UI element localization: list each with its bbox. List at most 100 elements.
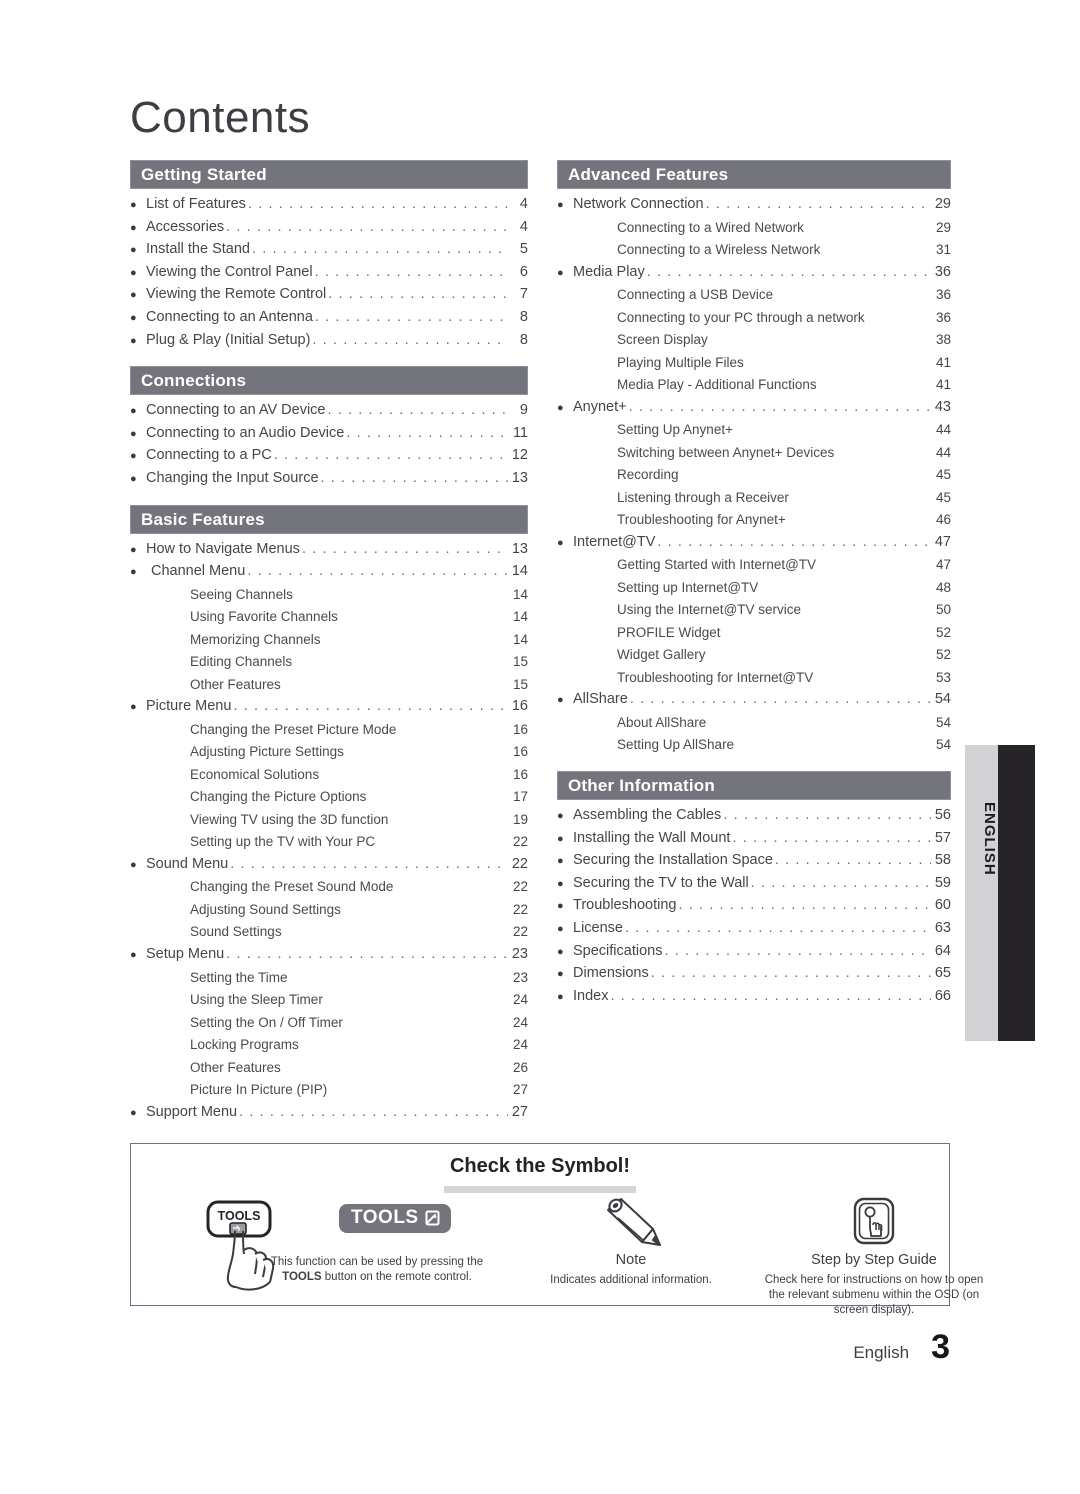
toc-subitem[interactable]: Connecting a USB Device. . . . . . . . .… xyxy=(557,284,951,307)
toc-item[interactable]: ● Media Play. . . . . . . . . . . . . . .… xyxy=(557,262,951,285)
toc-subitem[interactable]: Recording. . . . . . . . . . . . . . . .… xyxy=(557,464,951,487)
toc-section-body: ● Connecting to an AV Device. . . . . . .… xyxy=(130,395,528,490)
toc-item[interactable]: ● How to Navigate Menus. . . . . . . . . … xyxy=(130,539,528,562)
toc-subitem[interactable]: Setting up Internet@TV. . . . . . . . . … xyxy=(557,577,951,600)
toc-item[interactable]: ● Viewing the Remote Control. . . . . . .… xyxy=(130,284,528,307)
bullet-icon: ● xyxy=(557,694,564,707)
toc-item[interactable]: ● Troubleshooting. . . . . . . . . . . . … xyxy=(557,895,951,918)
toc-item-page-number: 16 xyxy=(512,721,528,737)
toc-subitem[interactable]: Switching between Anynet+ Devices. . . .… xyxy=(557,442,951,465)
toc-subitem[interactable]: Editing Channels. . . . . . . . . . . . … xyxy=(130,651,528,674)
toc-item-label: Viewing the Remote Control xyxy=(146,286,327,303)
toc-subitem[interactable]: Setting Up Anynet+. . . . . . . . . . . … xyxy=(557,419,951,442)
toc-item[interactable]: ● List of Features. . . . . . . . . . . .… xyxy=(130,194,528,217)
toc-item[interactable]: ● Support Menu. . . . . . . . . . . . . .… xyxy=(130,1102,528,1125)
toc-item[interactable]: ● Dimensions. . . . . . . . . . . . . . .… xyxy=(557,963,951,986)
dot-leader: . . . . . . . . . . . . . . . . . . . . … xyxy=(865,308,931,330)
toc-item-page-number: 14 xyxy=(512,609,528,625)
toc-subitem[interactable]: Using Favorite Channels. . . . . . . . .… xyxy=(130,606,528,629)
toc-item-label: Setting up Internet@TV xyxy=(617,579,759,595)
toc-subitem[interactable]: Viewing TV using the 3D function. . . . … xyxy=(130,809,528,832)
toc-item[interactable]: ● Securing the Installation Space. . . . … xyxy=(557,850,951,873)
toc-item[interactable]: ● Picture Menu. . . . . . . . . . . . . .… xyxy=(130,696,528,719)
toc-item[interactable]: ● Connecting to an Audio Device. . . . . … xyxy=(130,423,528,446)
toc-item[interactable]: ● Connecting to a PC. . . . . . . . . . .… xyxy=(130,445,528,468)
toc-item-label: How to Navigate Menus xyxy=(146,540,300,557)
toc-item-label: Switching between Anynet+ Devices xyxy=(617,444,835,460)
toc-subitem[interactable]: Other Features. . . . . . . . . . . . . … xyxy=(130,674,528,697)
toc-item-label: Connecting to a PC xyxy=(146,447,272,464)
toc-section: Advanced Features ● Network Connection . . … xyxy=(557,160,951,757)
toc-item-label: About AllShare xyxy=(617,714,707,730)
toc-subitem[interactable]: Adjusting Picture Settings. . . . . . . … xyxy=(130,741,528,764)
toc-subitem[interactable]: Locking Programs. . . . . . . . . . . . … xyxy=(130,1034,528,1057)
toc-subitem[interactable]: About AllShare. . . . . . . . . . . . . … xyxy=(557,712,951,735)
toc-item-page-number: 59 xyxy=(934,874,951,891)
toc-subitem[interactable]: Changing the Picture Options. . . . . . … xyxy=(130,786,528,809)
bullet-icon: ● xyxy=(130,266,137,279)
toc-item[interactable]: ● Channel Menu. . . . . . . . . . . . . .… xyxy=(130,561,528,584)
toc-subitem[interactable]: Connecting to a Wireless Network. . . . … xyxy=(557,239,951,262)
toc-subitem[interactable]: Adjusting Sound Settings. . . . . . . . … xyxy=(130,899,528,922)
toc-subitem[interactable]: Media Play - Additional Functions. . . .… xyxy=(557,374,951,397)
toc-item[interactable]: ● Accessories. . . . . . . . . . . . . . … xyxy=(130,217,528,240)
toc-subitem[interactable]: Seeing Channels. . . . . . . . . . . . .… xyxy=(130,584,528,607)
toc-item[interactable]: ● Network Connection. . . . . . . . . . .… xyxy=(557,194,951,217)
toc-subitem[interactable]: Listening through a Receiver. . . . . . … xyxy=(557,487,951,510)
toc-subitem[interactable]: Widget Gallery. . . . . . . . . . . . . … xyxy=(557,644,951,667)
toc-item-label: Editing Channels xyxy=(190,654,293,670)
toc-item[interactable]: ● Anynet+. . . . . . . . . . . . . . . . … xyxy=(557,397,951,420)
toc-item[interactable]: ● Assembling the Cables. . . . . . . . . … xyxy=(557,805,951,828)
dot-leader: . . . . . . . . . . . . . . . . . . . . … xyxy=(732,829,931,846)
toc-item[interactable]: ● Changing the Input Source. . . . . . . … xyxy=(130,468,528,491)
toc-subitem[interactable]: Connecting to a Wired Network. . . . . .… xyxy=(557,217,951,240)
toc-item[interactable]: ● AllShare. . . . . . . . . . . . . . . .… xyxy=(557,689,951,712)
toc-item[interactable]: ● Specifications. . . . . . . . . . . . .… xyxy=(557,941,951,964)
toc-subitem[interactable]: Changing the Preset Picture Mode. . . . … xyxy=(130,719,528,742)
toc-subitem[interactable]: Screen Display. . . . . . . . . . . . . … xyxy=(557,329,951,352)
toc-item[interactable]: ● Viewing the Control Panel. . . . . . . … xyxy=(130,262,528,285)
toc-item[interactable]: ● Setup Menu. . . . . . . . . . . . . . .… xyxy=(130,944,528,967)
toc-subitem[interactable]: Troubleshooting for Anynet+. . . . . . .… xyxy=(557,509,951,532)
toc-subitem[interactable]: Setting the Time. . . . . . . . . . . . … xyxy=(130,967,528,990)
symbol-entry-note-caption: Note xyxy=(615,1252,647,1268)
toc-subitem[interactable]: Economical Solutions. . . . . . . . . . … xyxy=(130,764,528,787)
toc-item-label: Setting Up Anynet+ xyxy=(617,422,733,438)
toc-subitem[interactable]: Sound Settings. . . . . . . . . . . . . … xyxy=(130,921,528,944)
toc-item[interactable]: ● License. . . . . . . . . . . . . . . . … xyxy=(557,918,951,941)
toc-subitem[interactable]: Setting up the TV with Your PC. . . . . … xyxy=(130,831,528,854)
toc-item-label: Playing Multiple Files xyxy=(617,354,744,370)
symbol-entry-step-caption: Step by Step Guide xyxy=(811,1252,937,1268)
toc-item[interactable]: ● Connecting to an AV Device. . . . . . .… xyxy=(130,400,528,423)
toc-subitem[interactable]: PROFILE Widget. . . . . . . . . . . . . … xyxy=(557,622,951,645)
dot-leader: . . . . . . . . . . . . . . . . . . . . … xyxy=(341,900,508,922)
toc-item-label: Connecting to an AV Device xyxy=(146,402,326,419)
toc-subitem[interactable]: Connecting to your PC through a network.… xyxy=(557,307,951,330)
dot-leader: . . . . . . . . . . . . . . . . . . . . … xyxy=(321,630,508,652)
toc-subitem[interactable]: Setting the On / Off Timer. . . . . . . … xyxy=(130,1012,528,1035)
toc-item[interactable]: ● Securing the TV to the Wall. . . . . . … xyxy=(557,873,951,896)
toc-item[interactable]: ● Internet@TV. . . . . . . . . . . . . . … xyxy=(557,532,951,555)
bullet-icon: ● xyxy=(557,922,564,935)
toc-item[interactable]: ● Installing the Wall Mount. . . . . . . … xyxy=(557,828,951,851)
toc-item[interactable]: ● Sound Menu. . . . . . . . . . . . . . .… xyxy=(130,854,528,877)
toc-subitem[interactable]: Getting Started with Internet@TV. . . . … xyxy=(557,554,951,577)
toc-item[interactable]: ● Install the Stand. . . . . . . . . . . … xyxy=(130,239,528,262)
toc-subitem[interactable]: Playing Multiple Files. . . . . . . . . … xyxy=(557,352,951,375)
toc-subitem[interactable]: Memorizing Channels. . . . . . . . . . .… xyxy=(130,629,528,652)
toc-item[interactable]: ● Connecting to an Antenna. . . . . . . .… xyxy=(130,307,528,330)
toc-item-page-number: 45 xyxy=(935,467,951,483)
toc-item-label: Channel Menu xyxy=(151,563,246,580)
toc-subitem[interactable]: Changing the Preset Sound Mode. . . . . … xyxy=(130,876,528,899)
dot-leader: . . . . . . . . . . . . . . . . . . . . … xyxy=(813,668,931,690)
toc-subitem[interactable]: Using the Sleep Timer. . . . . . . . . .… xyxy=(130,989,528,1012)
symbol-entry-step-description: Check here for instructions on how to op… xyxy=(734,1273,1014,1318)
toc-subitem[interactable]: Setting Up AllShare. . . . . . . . . . .… xyxy=(557,734,951,757)
toc-subitem[interactable]: Using the Internet@TV service. . . . . .… xyxy=(557,599,951,622)
toc-subitem[interactable]: Picture In Picture (PIP). . . . . . . . … xyxy=(130,1079,528,1102)
dot-leader: . . . . . . . . . . . . . . . . . . . . … xyxy=(774,852,931,869)
toc-item[interactable]: ● Plug & Play (Initial Setup). . . . . . … xyxy=(130,330,528,353)
toc-subitem[interactable]: Troubleshooting for Internet@TV. . . . .… xyxy=(557,667,951,690)
toc-subitem[interactable]: Other Features. . . . . . . . . . . . . … xyxy=(130,1057,528,1080)
toc-item[interactable]: ● Index. . . . . . . . . . . . . . . . . … xyxy=(557,986,951,1009)
